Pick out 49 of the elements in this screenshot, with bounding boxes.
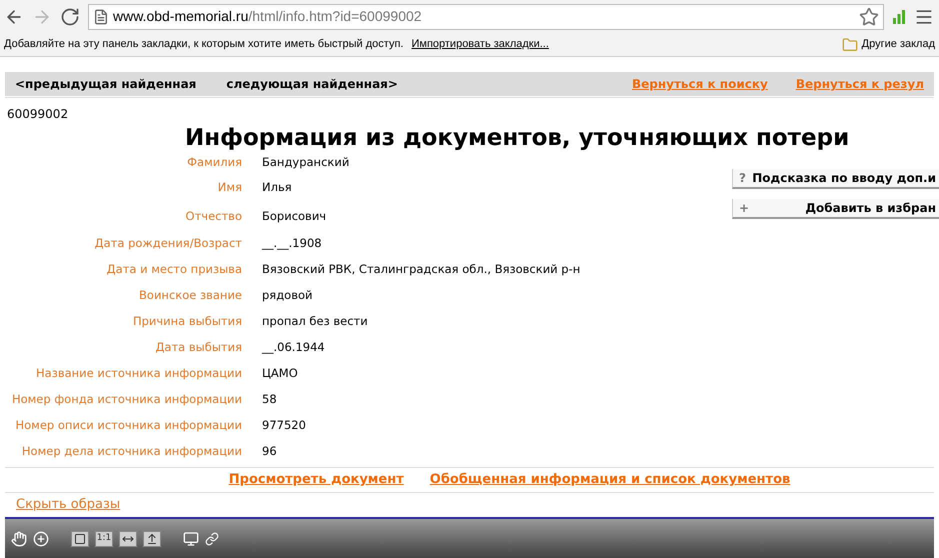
link-icon[interactable] <box>205 532 219 546</box>
field-label: Номер фонда источника информации <box>10 391 242 408</box>
field-label: Дата и место призыва <box>106 261 242 278</box>
zoom-in-icon[interactable] <box>33 530 49 546</box>
field-value: 977520 <box>262 417 306 434</box>
field-label: Фамилия <box>186 154 242 172</box>
fit-page-button[interactable] <box>71 530 89 546</box>
url-text: www.obd-memorial.ru/html/info.htm?id=60099002 <box>113 7 423 26</box>
field-label: Дата выбытия <box>154 339 242 356</box>
fit-width-button[interactable] <box>119 530 137 546</box>
field-value: __.06.1944 <box>262 339 325 356</box>
side-button[interactable]: + Добавить в избран <box>732 199 939 219</box>
other-bookmarks[interactable]: Другие заклад <box>862 36 935 53</box>
record-id: 60099002 <box>6 106 70 123</box>
field-value: __.__.1908 <box>262 235 322 252</box>
previous-link[interactable]: <предыдущая найденная <box>15 75 196 93</box>
star-icon[interactable] <box>859 6 879 26</box>
reload-icon[interactable] <box>60 6 80 26</box>
field-value: Вязовский РВК, Сталинградская обл., Вязовский р-н <box>262 261 580 278</box>
field-value: 96 <box>262 443 277 460</box>
import-bookmarks-link[interactable]: Импортировать закладки... <box>411 36 549 53</box>
field-label: Номер описи источника информации <box>14 417 242 434</box>
field-value: 58 <box>262 391 277 408</box>
field-value: пропал без вести <box>262 313 368 330</box>
address-bar[interactable]: www.obd-memorial.ru/html/info.htm?id=60099002 <box>88 4 884 30</box>
side-button[interactable]: ? Подсказка по вводу доп.и <box>732 169 939 189</box>
field-label: Номер дела источника информации <box>20 443 242 460</box>
field-label: Воинское звание <box>138 287 242 304</box>
monitor-icon[interactable] <box>183 530 199 546</box>
field-value: Бандуранский <box>262 154 350 172</box>
fit-height-button[interactable] <box>143 530 161 546</box>
next-link[interactable]: следующая найденная> <box>226 75 398 93</box>
page-icon <box>93 8 109 24</box>
page-title: Информация из документов, уточняющих потери <box>185 124 850 153</box>
folder-icon <box>842 36 858 52</box>
hand-icon[interactable] <box>11 530 27 546</box>
field-value: рядовой <box>262 287 312 304</box>
actual-size-button[interactable]: 1:1 <box>95 530 113 546</box>
field-value: ЦАМО <box>262 365 298 382</box>
field-label: Дата рождения/Возраст <box>94 235 242 252</box>
field-label: Отчество <box>184 208 242 225</box>
field-value: Борисович <box>262 208 326 225</box>
field-label: Имя <box>216 178 242 196</box>
frame-icon <box>74 532 86 544</box>
field-label: Причина выбытия <box>132 313 242 330</box>
field-label: Название источника информации <box>35 365 242 382</box>
field-value: Илья <box>262 178 292 196</box>
up-arrow-icon <box>146 532 158 544</box>
bookmarks-hint: Добавляйте на эту панель закладки, к которым хотите иметь быстрый доступ. <box>4 37 404 52</box>
